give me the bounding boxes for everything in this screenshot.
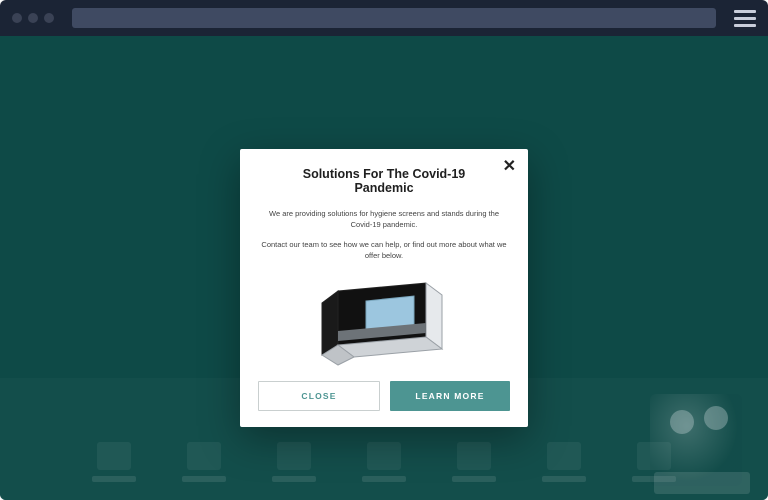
modal-paragraph-2: Contact our team to see how we can help,… [258,240,510,261]
learn-more-button[interactable]: LEARN MORE [390,381,510,411]
browser-chrome [0,0,768,36]
browser-window: SOLUTIONS FOR NTS ✕ Solutions For The Co… [0,0,768,500]
modal-body: We are providing solutions for hygiene s… [258,209,510,261]
url-bar[interactable] [72,8,716,28]
page-content: SOLUTIONS FOR NTS ✕ Solutions For The Co… [0,36,768,500]
booth-illustration [314,271,454,367]
window-minimize-icon[interactable] [28,13,38,23]
modal-paragraph-1: We are providing solutions for hygiene s… [258,209,510,230]
close-icon[interactable]: ✕ [503,159,516,175]
window-controls [12,13,54,23]
covid-modal: ✕ Solutions For The Covid-19 Pandemic We… [240,149,528,427]
hamburger-menu-icon[interactable] [734,10,756,27]
modal-actions: CLOSE LEARN MORE [258,381,510,411]
window-zoom-icon[interactable] [44,13,54,23]
modal-title: Solutions For The Covid-19 Pandemic [258,167,510,195]
close-button[interactable]: CLOSE [258,381,380,411]
booth-icon [314,271,454,367]
modal-backdrop: ✕ Solutions For The Covid-19 Pandemic We… [0,36,768,500]
window-close-icon[interactable] [12,13,22,23]
